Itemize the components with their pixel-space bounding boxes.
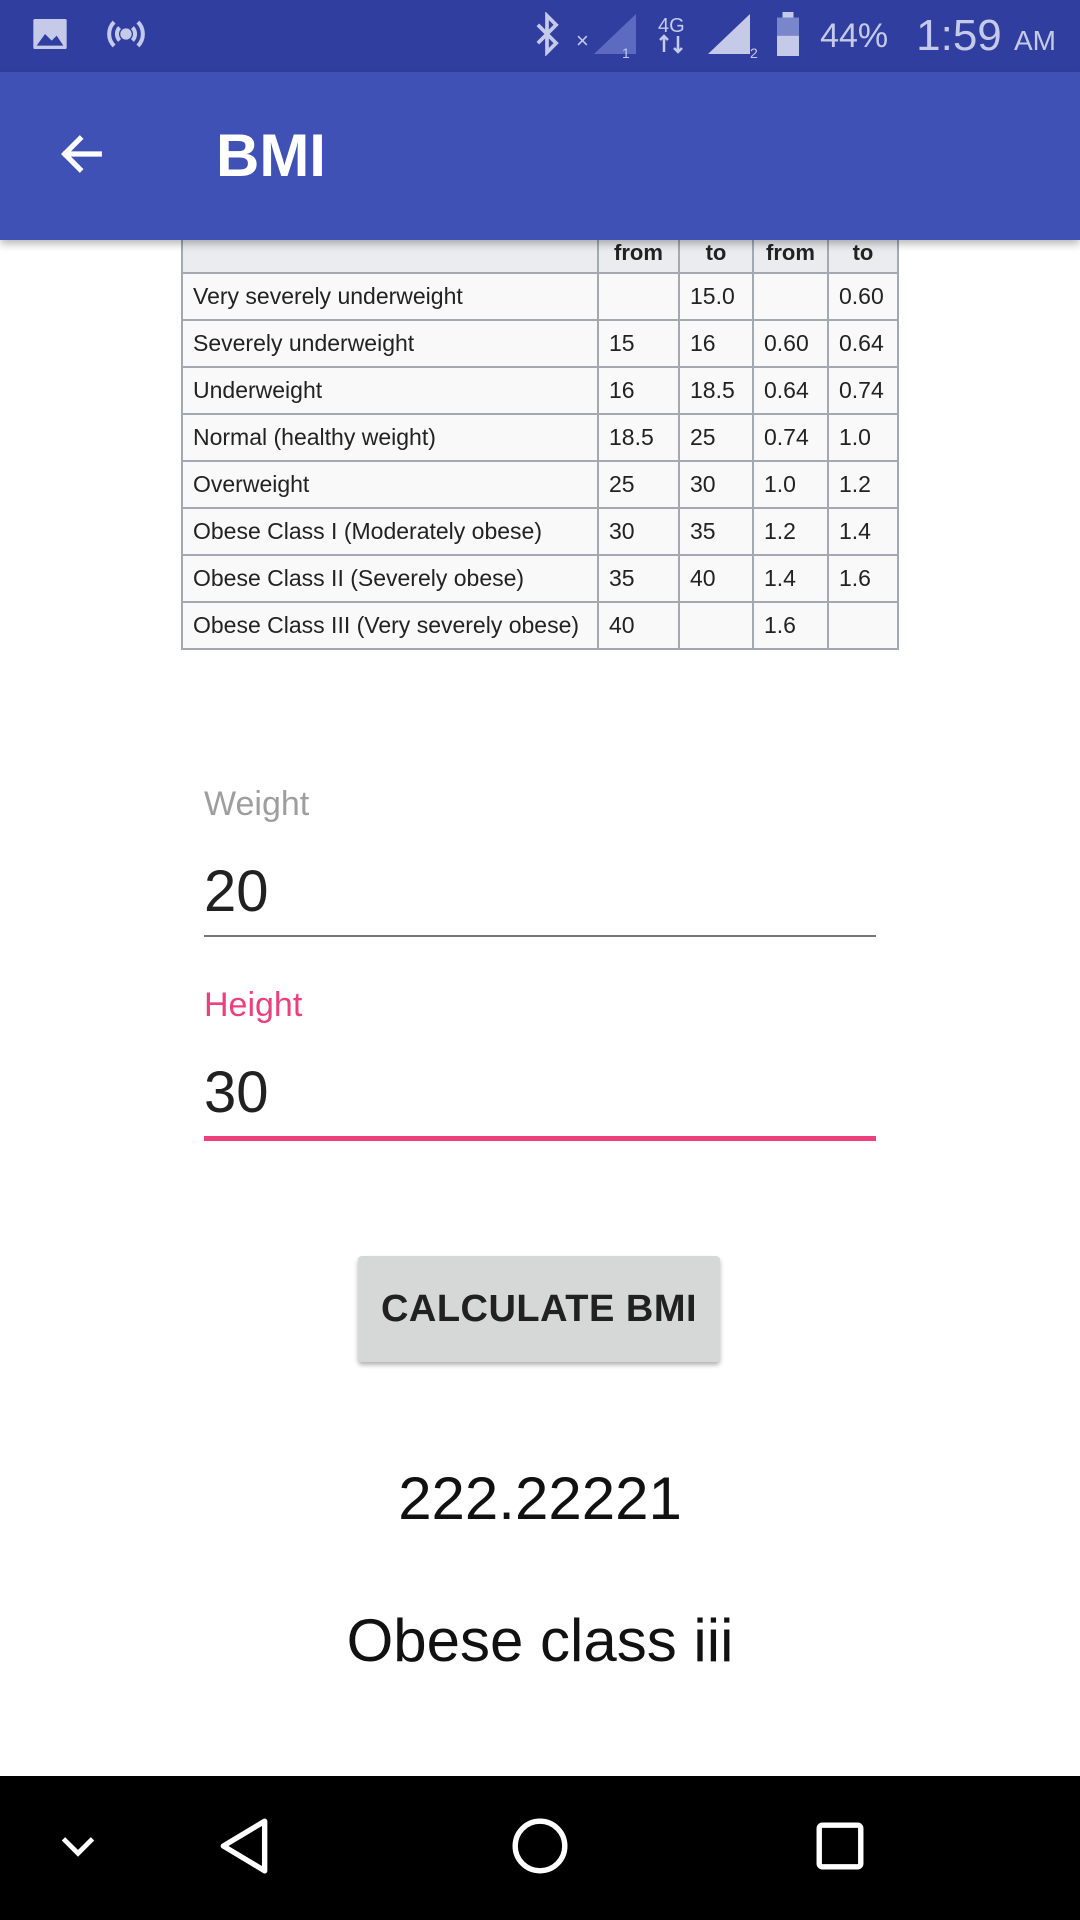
- clock: 1:59 AM: [916, 11, 1056, 61]
- battery-icon: [774, 11, 802, 61]
- table-cell: 0.64: [827, 319, 899, 368]
- svg-text:4G: 4G: [658, 15, 685, 37]
- table-cell: 16: [678, 319, 754, 368]
- table-cell: 30: [678, 460, 754, 509]
- table-cell-category: Severely underweight: [181, 319, 599, 368]
- bmi-result-value: 222.22221: [398, 1465, 682, 1532]
- table-row: Overweight 25 30 1.0 1.2: [181, 460, 899, 509]
- signal-sim1-icon: × 1: [576, 10, 642, 63]
- image-notification-icon: [30, 14, 70, 59]
- app-bar: BMI: [0, 72, 1080, 240]
- table-cell-category: Underweight: [181, 366, 599, 415]
- table-cell: 15.0: [678, 272, 754, 321]
- status-bar-notifications: [30, 12, 148, 60]
- table-row: Obese Class III (Very severely obese) 40…: [181, 601, 899, 650]
- table-cell: 35: [597, 554, 680, 603]
- table-cell: 0.60: [827, 272, 899, 321]
- table-cell: 1.0: [752, 460, 829, 509]
- table-cell: 18.5: [597, 413, 680, 462]
- status-bar-system: × 1 4G 2 44% 1:59 AM: [532, 10, 1056, 63]
- table-cell: [678, 601, 754, 650]
- table-cell-category: Normal (healthy weight): [181, 413, 599, 462]
- table-cell: 1.6: [827, 554, 899, 603]
- recents-nav-button[interactable]: [790, 1776, 890, 1920]
- table-cell: 25: [678, 413, 754, 462]
- table-row: Severely underweight 15 16 0.60 0.64: [181, 319, 899, 368]
- table-cell: 0.74: [752, 413, 829, 462]
- table-row: Underweight 16 18.5 0.64 0.74: [181, 366, 899, 415]
- navigation-bar: [0, 1776, 1080, 1920]
- hide-keyboard-icon: [56, 1824, 100, 1873]
- table-cell: 0.64: [752, 366, 829, 415]
- calculate-bmi-button[interactable]: CALCULATE BMI: [358, 1256, 720, 1362]
- table-cell: 1.4: [752, 554, 829, 603]
- table-cell: 40: [597, 601, 680, 650]
- weight-input[interactable]: [204, 851, 876, 931]
- table-row: Obese Class II (Severely obese) 35 40 1.…: [181, 554, 899, 603]
- table-cell: 0.74: [827, 366, 899, 415]
- arrow-left-icon: [56, 128, 108, 185]
- bmi-result-category: Obese class iii: [346, 1607, 734, 1674]
- home-circle-icon: [509, 1815, 571, 1882]
- height-input[interactable]: [204, 1052, 876, 1132]
- svg-text:×: ×: [576, 28, 589, 53]
- table-cell: [827, 601, 899, 650]
- table-cell: 1.2: [827, 460, 899, 509]
- back-button[interactable]: [42, 116, 122, 196]
- home-nav-button[interactable]: [490, 1776, 590, 1920]
- sim1-index: 1: [622, 45, 630, 58]
- table-cell: 25: [597, 460, 680, 509]
- back-nav-button[interactable]: [194, 1776, 294, 1920]
- table-cell-category: Obese Class III (Very severely obese): [181, 601, 599, 650]
- height-label: Height: [204, 986, 303, 1024]
- back-triangle-icon: [215, 1815, 273, 1882]
- table-row: Obese Class I (Moderately obese) 30 35 1…: [181, 507, 899, 556]
- hotspot-icon: [104, 12, 148, 61]
- table-cell: 15: [597, 319, 680, 368]
- bluetooth-icon: [532, 10, 562, 61]
- table-cell-category: Overweight: [181, 460, 599, 509]
- table-cell: 40: [678, 554, 754, 603]
- table-cell: 0.60: [752, 319, 829, 368]
- bmi-table-container: from to from to Very severely underweigh…: [181, 232, 899, 650]
- table-cell: [752, 272, 829, 321]
- height-underline-focused: [204, 1136, 876, 1141]
- signal-sim2-icon: 2: [704, 10, 760, 63]
- table-row: Normal (healthy weight) 18.5 25 0.74 1.0: [181, 413, 899, 462]
- page-title: BMI: [216, 122, 326, 189]
- table-cell-category: Very severely underweight: [181, 272, 599, 321]
- table-cell-category: Obese Class II (Severely obese): [181, 554, 599, 603]
- table-cell: 1.4: [827, 507, 899, 556]
- status-bar: × 1 4G 2 44% 1:59 AM: [0, 0, 1080, 72]
- weight-underline: [204, 935, 876, 937]
- table-cell: 18.5: [678, 366, 754, 415]
- bmi-reference-table: from to from to Very severely underweigh…: [181, 232, 899, 650]
- table-row: Very severely underweight 15.0 0.60: [181, 272, 899, 321]
- sim2-index: 2: [750, 45, 758, 58]
- hide-keyboard-button[interactable]: [38, 1776, 118, 1920]
- network-type-4g: 4G: [656, 10, 690, 63]
- battery-percent: 44%: [820, 16, 889, 55]
- table-cell: 1.0: [827, 413, 899, 462]
- table-cell: 30: [597, 507, 680, 556]
- table-cell: 16: [597, 366, 680, 415]
- clock-ampm: AM: [1014, 25, 1056, 56]
- weight-label: Weight: [204, 785, 310, 823]
- recents-square-icon: [813, 1819, 867, 1878]
- table-cell: 1.2: [752, 507, 829, 556]
- clock-time: 1:59: [916, 11, 1002, 60]
- table-cell: [597, 272, 680, 321]
- table-cell: 35: [678, 507, 754, 556]
- table-cell-category: Obese Class I (Moderately obese): [181, 507, 599, 556]
- table-cell: 1.6: [752, 601, 829, 650]
